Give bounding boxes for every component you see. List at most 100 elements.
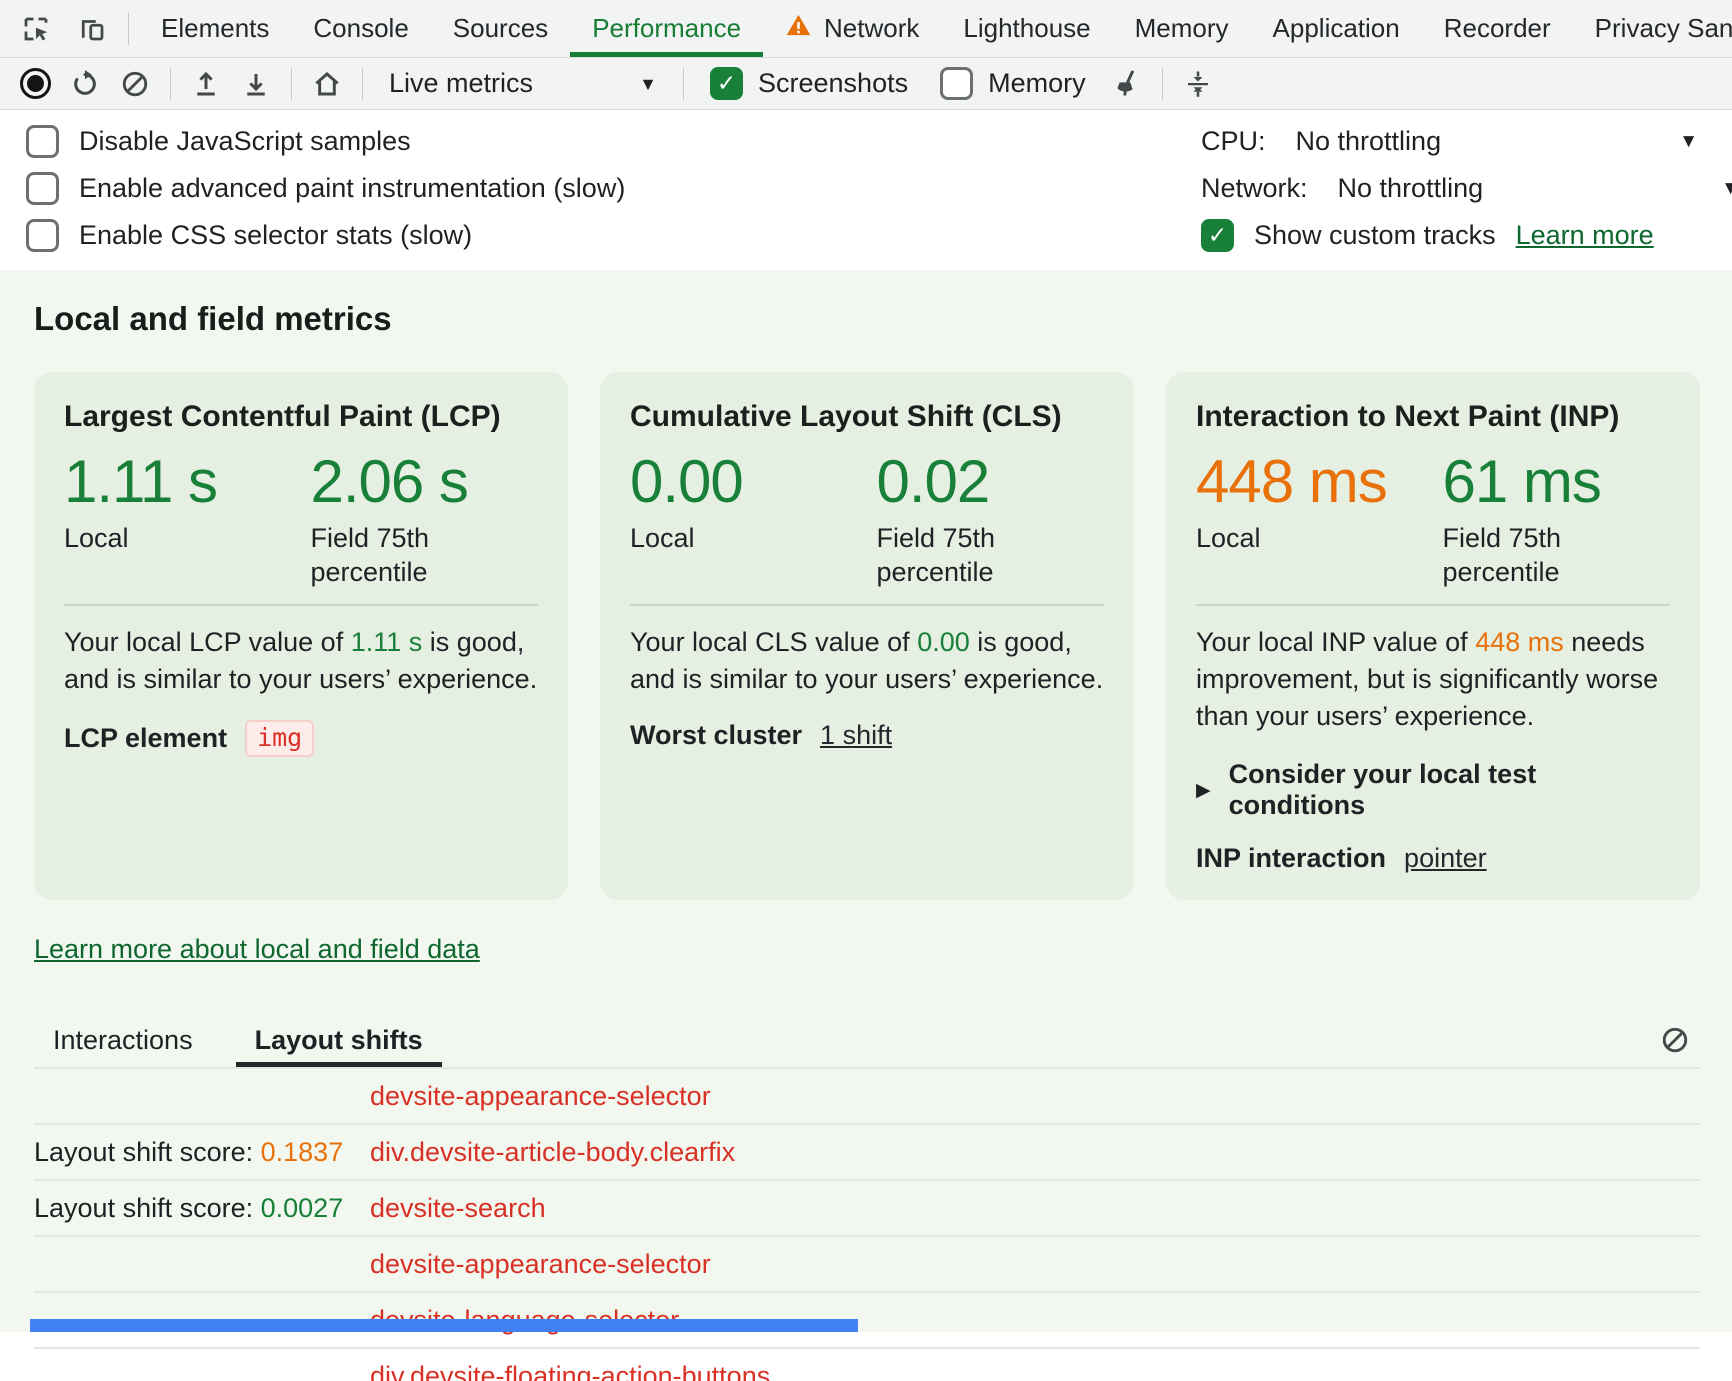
tabbar-icon-group: [10, 0, 118, 57]
clear-button[interactable]: [110, 61, 160, 107]
shift-score-label: Layout shift score:: [34, 1193, 261, 1223]
inp-card-title: Interaction to Next Paint (INP): [1196, 400, 1670, 434]
inp-field-label: Field 75th percentile: [1442, 522, 1597, 590]
show-custom-tracks-row[interactable]: Show custom tracks Learn more: [1201, 212, 1706, 259]
tab-console[interactable]: Console: [291, 0, 430, 57]
lcp-field-label: Field 75th percentile: [310, 522, 465, 590]
advanced-paint-label: Enable advanced paint instrumentation (s…: [79, 173, 625, 204]
layout-shift-row[interactable]: div.devsite-floating-action-buttons: [34, 1349, 1700, 1381]
local-test-conditions-expander[interactable]: ▶ Consider your local test conditions: [1196, 759, 1670, 821]
disable-js-samples-row[interactable]: Disable JavaScript samples: [26, 118, 625, 165]
show-custom-tracks-checkbox[interactable]: [1201, 219, 1234, 252]
history-dropdown[interactable]: Live metrics ▼: [373, 61, 673, 107]
inp-desc-value: 448 ms: [1475, 627, 1564, 657]
reload-and-record-button[interactable]: [60, 61, 110, 107]
lcp-field-value: 2.06 s: [310, 450, 467, 513]
tab-label: Interactions: [53, 1025, 193, 1056]
layout-shift-row[interactable]: Layout shift score: 0.0027 devsite-searc…: [34, 1181, 1700, 1237]
home-icon[interactable]: [302, 61, 352, 107]
divider: [630, 604, 1104, 606]
layout-shift-row[interactable]: devsite-appearance-selector: [34, 1069, 1700, 1125]
settings-left-column: Disable JavaScript samples Enable advanc…: [26, 118, 625, 262]
tab-performance[interactable]: Performance: [570, 0, 763, 57]
triangle-right-icon: ▶: [1196, 779, 1211, 802]
tab-label: Network: [824, 13, 919, 44]
separator: [128, 13, 129, 45]
memory-checkbox[interactable]: [940, 67, 973, 100]
worst-cluster-link[interactable]: 1 shift: [820, 720, 892, 751]
tab-label: Performance: [592, 13, 741, 44]
separator: [291, 68, 292, 100]
history-dropdown-value: Live metrics: [389, 68, 533, 99]
screenshots-checkbox[interactable]: [710, 67, 743, 100]
local-field-data-learn-more-link[interactable]: Learn more about local and field data: [34, 934, 480, 964]
tab-recorder[interactable]: Recorder: [1422, 0, 1573, 57]
tab-application[interactable]: Application: [1251, 0, 1422, 57]
shift-score-label: Layout shift score:: [34, 1137, 261, 1167]
advanced-paint-row[interactable]: Enable advanced paint instrumentation (s…: [26, 165, 625, 212]
cls-card-title: Cumulative Layout Shift (CLS): [630, 400, 1104, 434]
load-profile-icon[interactable]: [181, 61, 231, 107]
tab-label: Application: [1273, 13, 1400, 44]
tab-label: Elements: [161, 13, 269, 44]
gc-broom-icon[interactable]: [1102, 61, 1152, 107]
lcp-description: Your local LCP value of 1.11 s is good, …: [64, 624, 538, 699]
tab-interactions[interactable]: Interactions: [34, 1013, 212, 1067]
separator: [1162, 68, 1163, 100]
tab-layout-shifts[interactable]: Layout shifts: [236, 1013, 442, 1067]
tab-network[interactable]: Network: [763, 0, 941, 57]
tab-label: Lighthouse: [963, 13, 1090, 44]
tab-label: Memory: [1135, 13, 1229, 44]
shift-node-link[interactable]: devsite-appearance-selector: [370, 1249, 711, 1280]
show-custom-tracks-label: Show custom tracks: [1254, 220, 1496, 251]
tab-label: Recorder: [1444, 13, 1551, 44]
layout-shifts-list: devsite-appearance-selector Layout shift…: [34, 1069, 1700, 1381]
record-button[interactable]: [10, 61, 60, 107]
cpu-value: No throttling: [1296, 126, 1442, 157]
collapse-shortcuts-icon[interactable]: [1173, 61, 1223, 107]
shift-node-link[interactable]: div.devsite-floating-action-buttons: [370, 1361, 770, 1381]
inp-desc-text: Your local INP value of: [1196, 627, 1475, 657]
shift-node-link[interactable]: div.devsite-article-body.clearfix: [370, 1137, 735, 1168]
device-toolbar-icon[interactable]: [66, 6, 118, 52]
layout-shift-row[interactable]: Layout shift score: 0.1837 div.devsite-a…: [34, 1125, 1700, 1181]
css-selector-stats-row[interactable]: Enable CSS selector stats (slow): [26, 212, 625, 259]
inp-interaction-link[interactable]: pointer: [1404, 843, 1487, 874]
inp-description: Your local INP value of 448 ms needs imp…: [1196, 624, 1670, 736]
tab-elements[interactable]: Elements: [139, 0, 291, 57]
memory-toggle[interactable]: Memory: [940, 67, 1086, 100]
lcp-desc-text: Your local LCP value of: [64, 627, 351, 657]
tab-sources[interactable]: Sources: [431, 0, 570, 57]
tab-privacy-sandbox[interactable]: Privacy Sand: [1573, 0, 1732, 57]
inp-footer: INP interaction pointer: [1196, 843, 1670, 874]
devtools-tabbar: Elements Console Sources Performance Net…: [0, 0, 1732, 58]
shift-node-link[interactable]: devsite-appearance-selector: [370, 1081, 711, 1112]
advanced-paint-checkbox[interactable]: [26, 172, 59, 205]
cpu-throttling-select[interactable]: CPU: No throttling ▼: [1201, 118, 1706, 165]
save-profile-icon[interactable]: [231, 61, 281, 107]
network-throttling-select[interactable]: Network: No throttling ▼: [1201, 165, 1706, 212]
chevron-down-icon: ▼: [1721, 178, 1732, 200]
lcp-element-node-chip[interactable]: img: [245, 720, 314, 757]
css-selector-stats-checkbox[interactable]: [26, 219, 59, 252]
tab-memory[interactable]: Memory: [1113, 0, 1251, 57]
local-test-conditions-label: Consider your local test conditions: [1229, 759, 1670, 821]
inspect-element-icon[interactable]: [10, 6, 62, 52]
shift-node-link[interactable]: devsite-search: [370, 1193, 546, 1224]
inp-values: 448 ms Local 61 ms Field 75th percentile: [1196, 450, 1670, 590]
disable-js-samples-checkbox[interactable]: [26, 125, 59, 158]
custom-tracks-learn-more-link[interactable]: Learn more: [1516, 220, 1654, 251]
clear-log-icon[interactable]: [1650, 1025, 1700, 1055]
cpu-label: CPU:: [1201, 126, 1266, 157]
tab-label: Privacy Sand: [1595, 13, 1732, 44]
cls-footer: Worst cluster 1 shift: [630, 720, 1104, 751]
screenshots-toggle[interactable]: Screenshots: [710, 67, 908, 100]
cls-field-group: 0.02 Field 75th percentile: [876, 450, 1031, 590]
network-value: No throttling: [1338, 173, 1484, 204]
lcp-card-title: Largest Contentful Paint (LCP): [64, 400, 538, 434]
inp-field-group: 61 ms Field 75th percentile: [1442, 450, 1600, 590]
layout-shift-row[interactable]: devsite-appearance-selector: [34, 1237, 1700, 1293]
tab-lighthouse[interactable]: Lighthouse: [941, 0, 1112, 57]
separator: [683, 68, 684, 100]
inp-field-value: 61 ms: [1442, 450, 1600, 513]
